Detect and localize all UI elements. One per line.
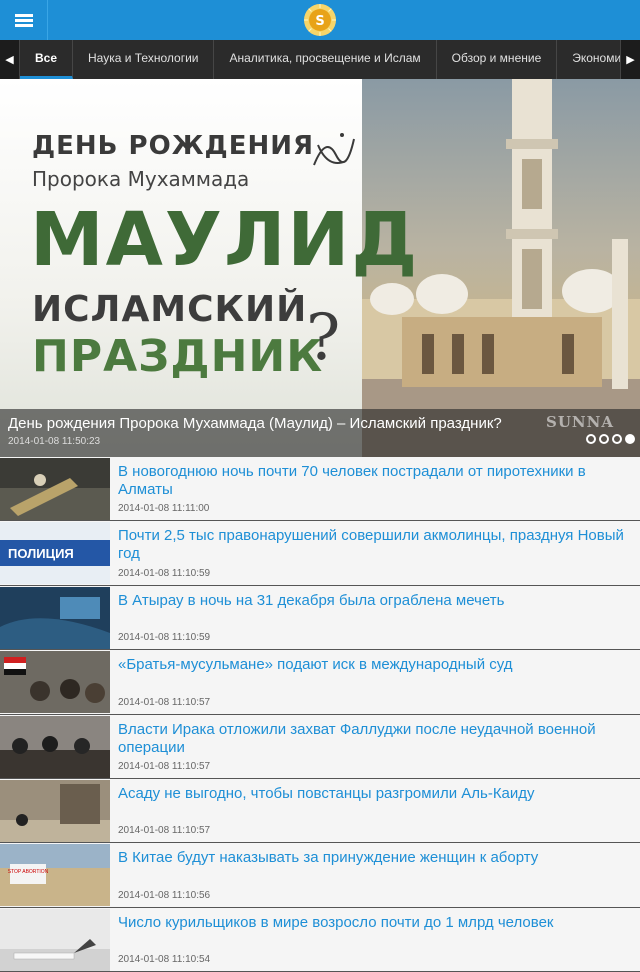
tab-review-opinion[interactable]: Обзор и мнение <box>437 40 558 79</box>
slide-dot[interactable] <box>612 434 622 444</box>
category-tabbar: ◀ Все Наука и Технологии Аналитика, прос… <box>0 40 640 79</box>
tab-all[interactable]: Все <box>20 40 74 79</box>
tab-analytics-islam[interactable]: Аналитика, просвещение и Ислам <box>214 40 437 79</box>
news-timestamp: 2014-01-08 11:10:57 <box>118 696 211 708</box>
featured-slide[interactable]: ДЕНЬ РОЖДЕНИЯ Пророка Мухаммада МАУЛИД И… <box>0 79 640 457</box>
app-header: S <box>0 0 640 40</box>
news-item[interactable]: ПОЛИЦИЯ Почти 2,5 тыс правонарушений сов… <box>0 521 640 586</box>
news-title[interactable]: Власти Ирака отложили захват Фаллуджи по… <box>118 721 626 757</box>
news-thumbnail <box>0 651 110 714</box>
banner-line-2: Пророка Мухаммада <box>32 167 250 191</box>
news-thumbnail <box>0 458 110 520</box>
banner-line-3: МАУЛИД <box>30 197 420 283</box>
news-title[interactable]: В Китае будут наказывать за принуждение … <box>118 849 626 867</box>
featured-timestamp: 2014-01-08 11:50:23 <box>8 436 101 447</box>
news-item[interactable]: Число курильщиков в мире возросло почти … <box>0 907 640 972</box>
news-timestamp: 2014-01-08 11:11:00 <box>118 503 210 515</box>
news-title[interactable]: Асаду не выгодно, чтобы повстанцы разгро… <box>118 785 626 803</box>
hamburger-menu-icon[interactable] <box>0 0 48 40</box>
arabic-calligraphy-icon <box>313 133 355 166</box>
sunna-watermark: SUNNA <box>546 413 614 431</box>
tabs-next-arrow-icon[interactable]: ▶ <box>620 40 640 79</box>
news-title[interactable]: Число курильщиков в мире возросло почти … <box>118 914 626 932</box>
news-item[interactable]: В Атырау в ночь на 31 декабря была ограб… <box>0 585 640 651</box>
news-item[interactable]: Власти Ирака отложили захват Фаллуджи по… <box>0 714 640 779</box>
tab-science-tech[interactable]: Наука и Технологии <box>73 40 215 79</box>
banner-question-mark: ? <box>306 301 341 375</box>
news-list: В новогоднюю ночь почти 70 человек постр… <box>0 457 640 972</box>
news-thumbnail: STOP ABORTION <box>0 844 110 907</box>
thumbnail-text: ПОЛИЦИЯ <box>8 546 74 561</box>
banner-line-5: ПРАЗДНИК <box>32 331 324 382</box>
news-item[interactable]: «Братья-мусульмане» подают иск в междуна… <box>0 650 640 715</box>
news-thumbnail <box>0 779 110 842</box>
news-timestamp: 2014-01-08 11:10:59 <box>118 632 211 644</box>
svg-text:S: S <box>315 14 324 29</box>
banner-line-4: ИСЛАМСКИЙ <box>32 289 308 330</box>
news-thumbnail <box>0 908 110 971</box>
news-title[interactable]: В новогоднюю ночь почти 70 человек постр… <box>118 463 626 499</box>
news-item[interactable]: Асаду не выгодно, чтобы повстанцы разгро… <box>0 778 640 844</box>
slide-indicator <box>586 434 635 444</box>
news-title[interactable]: Почти 2,5 тыс правонарушений совершили а… <box>118 527 626 563</box>
slide-dot[interactable] <box>599 434 609 444</box>
news-thumbnail <box>0 586 110 649</box>
news-timestamp: 2014-01-08 11:10:57 <box>118 825 211 837</box>
news-timestamp: 2014-01-08 11:10:56 <box>118 889 211 901</box>
news-title[interactable]: В Атырау в ночь на 31 декабря была ограб… <box>118 592 626 610</box>
banner-line-1: ДЕНЬ РОЖДЕНИЯ <box>32 131 314 161</box>
news-title[interactable]: «Братья-мусульмане» подают иск в междуна… <box>118 656 626 674</box>
news-item[interactable]: В новогоднюю ночь почти 70 человек постр… <box>0 457 640 522</box>
category-tabs: Все Наука и Технологии Аналитика, просве… <box>20 40 640 79</box>
slide-dot-active[interactable] <box>625 434 635 444</box>
sunna-logo-icon[interactable]: S <box>303 3 337 37</box>
news-thumbnail: ПОЛИЦИЯ <box>0 522 110 585</box>
news-timestamp: 2014-01-08 11:10:57 <box>118 760 211 772</box>
featured-title[interactable]: День рождения Пророка Мухаммада (Маулид)… <box>8 415 502 432</box>
slide-dot[interactable] <box>586 434 596 444</box>
news-timestamp: 2014-01-08 11:10:59 <box>118 567 211 579</box>
tabs-prev-arrow-icon[interactable]: ◀ <box>0 40 20 79</box>
thumbnail-text: STOP ABORTION <box>8 869 49 875</box>
news-thumbnail <box>0 715 110 778</box>
news-item[interactable]: STOP ABORTION В Китае будут наказывать з… <box>0 843 640 908</box>
